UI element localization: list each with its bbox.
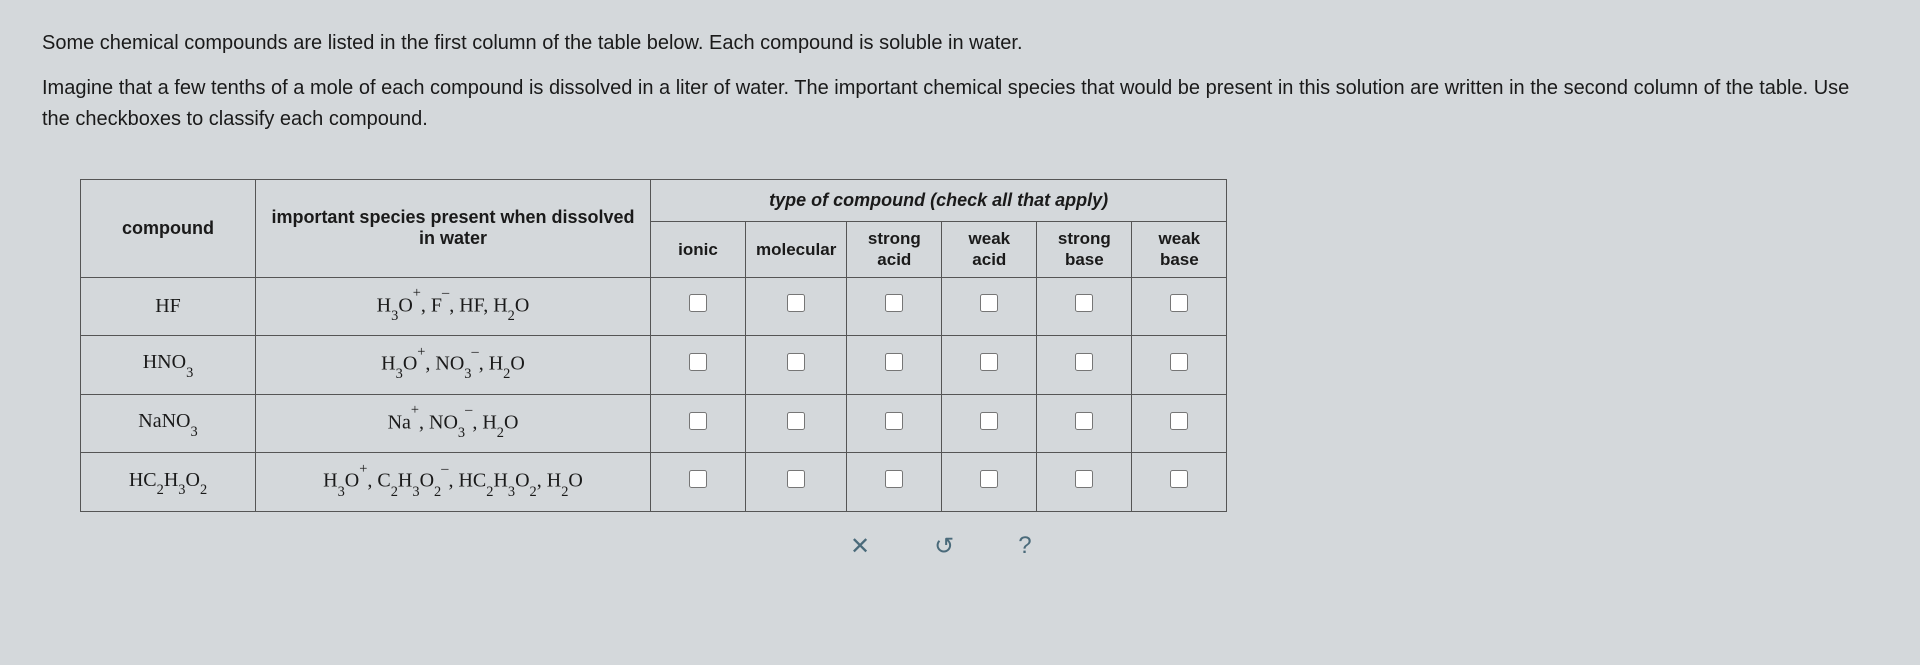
checkbox-ionic[interactable] xyxy=(689,412,707,430)
checkbox-weak-base[interactable] xyxy=(1170,470,1188,488)
checkbox-cell-weak-base xyxy=(1132,336,1227,395)
checkbox-cell-molecular xyxy=(746,336,847,395)
checkbox-cell-ionic xyxy=(651,394,746,453)
checkbox-cell-strong-base xyxy=(1037,394,1132,453)
header-strong-acid-l1: strong xyxy=(868,229,921,248)
checkbox-cell-ionic xyxy=(651,277,746,336)
checkbox-strong-base[interactable] xyxy=(1075,294,1093,312)
checkbox-cell-weak-acid xyxy=(942,394,1037,453)
checkbox-molecular[interactable] xyxy=(787,353,805,371)
checkbox-weak-base[interactable] xyxy=(1170,353,1188,371)
compound-cell: HF xyxy=(81,277,256,336)
checkbox-cell-weak-base xyxy=(1132,394,1227,453)
checkbox-strong-acid[interactable] xyxy=(885,353,903,371)
compound-cell: HNO3 xyxy=(81,336,256,395)
checkbox-cell-strong-base xyxy=(1037,453,1132,512)
instructions-p2: Imagine that a few tenths of a mole of e… xyxy=(42,73,1878,135)
checkbox-strong-acid[interactable] xyxy=(885,470,903,488)
checkbox-ionic[interactable] xyxy=(689,470,707,488)
clear-button[interactable]: ✕ xyxy=(850,532,870,561)
checkbox-cell-weak-acid xyxy=(942,336,1037,395)
compound-cell: NaNO3 xyxy=(81,394,256,453)
checkbox-strong-base[interactable] xyxy=(1075,470,1093,488)
help-button[interactable]: ? xyxy=(1018,532,1031,561)
header-type-group-text: type of compound (check all that apply) xyxy=(769,190,1108,210)
checkbox-strong-acid[interactable] xyxy=(885,294,903,312)
checkbox-molecular[interactable] xyxy=(787,294,805,312)
header-weak-acid: weak acid xyxy=(942,222,1037,278)
header-compound: compound xyxy=(81,180,256,278)
table-row: HNO3H3O+, NO3–, H2O xyxy=(81,336,1227,395)
checkbox-molecular[interactable] xyxy=(787,412,805,430)
checkbox-weak-acid[interactable] xyxy=(980,353,998,371)
checkbox-cell-molecular xyxy=(746,453,847,512)
header-strong-acid: strong acid xyxy=(847,222,942,278)
checkbox-cell-strong-acid xyxy=(847,336,942,395)
checkbox-cell-molecular xyxy=(746,277,847,336)
footer-icons: ✕ ↺ ? xyxy=(80,532,1920,561)
header-weak-base: weak base xyxy=(1132,222,1227,278)
species-cell: H3O+, C2H3O2–, HC2H3O2, H2O xyxy=(256,453,651,512)
header-molecular: molecular xyxy=(746,222,847,278)
checkbox-cell-weak-acid xyxy=(942,277,1037,336)
checkbox-cell-weak-base xyxy=(1132,453,1227,512)
checkbox-cell-weak-base xyxy=(1132,277,1227,336)
table-container: compound important species present when … xyxy=(0,159,1920,561)
header-weak-base-l1: weak xyxy=(1159,229,1201,248)
checkbox-ionic[interactable] xyxy=(689,294,707,312)
table-row: HC2H3O2H3O+, C2H3O2–, HC2H3O2, H2O xyxy=(81,453,1227,512)
header-ionic: ionic xyxy=(651,222,746,278)
instructions-p1: Some chemical compounds are listed in th… xyxy=(42,28,1878,59)
header-strong-base-l2: base xyxy=(1065,250,1104,269)
checkbox-strong-base[interactable] xyxy=(1075,353,1093,371)
checkbox-cell-ionic xyxy=(651,453,746,512)
checkbox-weak-base[interactable] xyxy=(1170,412,1188,430)
header-strong-acid-l2: acid xyxy=(877,250,911,269)
checkbox-strong-base[interactable] xyxy=(1075,412,1093,430)
checkbox-cell-strong-acid xyxy=(847,453,942,512)
checkbox-weak-acid[interactable] xyxy=(980,294,998,312)
header-weak-acid-l2: acid xyxy=(972,250,1006,269)
checkbox-molecular[interactable] xyxy=(787,470,805,488)
checkbox-cell-strong-base xyxy=(1037,277,1132,336)
checkbox-weak-base[interactable] xyxy=(1170,294,1188,312)
header-weak-base-l2: base xyxy=(1160,250,1199,269)
checkbox-weak-acid[interactable] xyxy=(980,412,998,430)
header-strong-base: strong base xyxy=(1037,222,1132,278)
table-row: HFH3O+, F–, HF, H2O xyxy=(81,277,1227,336)
checkbox-cell-strong-acid xyxy=(847,277,942,336)
checkbox-cell-strong-base xyxy=(1037,336,1132,395)
header-type-group-label: type of compound (check all that apply) xyxy=(769,190,1108,210)
species-cell: H3O+, F–, HF, H2O xyxy=(256,277,651,336)
species-cell: Na+, NO3–, H2O xyxy=(256,394,651,453)
checkbox-cell-molecular xyxy=(746,394,847,453)
checkbox-cell-ionic xyxy=(651,336,746,395)
header-strong-base-l1: strong xyxy=(1058,229,1111,248)
checkbox-ionic[interactable] xyxy=(689,353,707,371)
header-species: important species present when dissolved… xyxy=(256,180,651,278)
checkbox-cell-weak-acid xyxy=(942,453,1037,512)
checkbox-strong-acid[interactable] xyxy=(885,412,903,430)
checkbox-cell-strong-acid xyxy=(847,394,942,453)
species-cell: H3O+, NO3–, H2O xyxy=(256,336,651,395)
table-row: NaNO3Na+, NO3–, H2O xyxy=(81,394,1227,453)
header-weak-acid-l1: weak xyxy=(969,229,1011,248)
compound-table: compound important species present when … xyxy=(80,179,1227,512)
reset-button[interactable]: ↺ xyxy=(934,532,954,561)
compound-cell: HC2H3O2 xyxy=(81,453,256,512)
instructions-block: Some chemical compounds are listed in th… xyxy=(0,0,1920,159)
header-type-group: type of compound (check all that apply) xyxy=(651,180,1227,222)
checkbox-weak-acid[interactable] xyxy=(980,470,998,488)
